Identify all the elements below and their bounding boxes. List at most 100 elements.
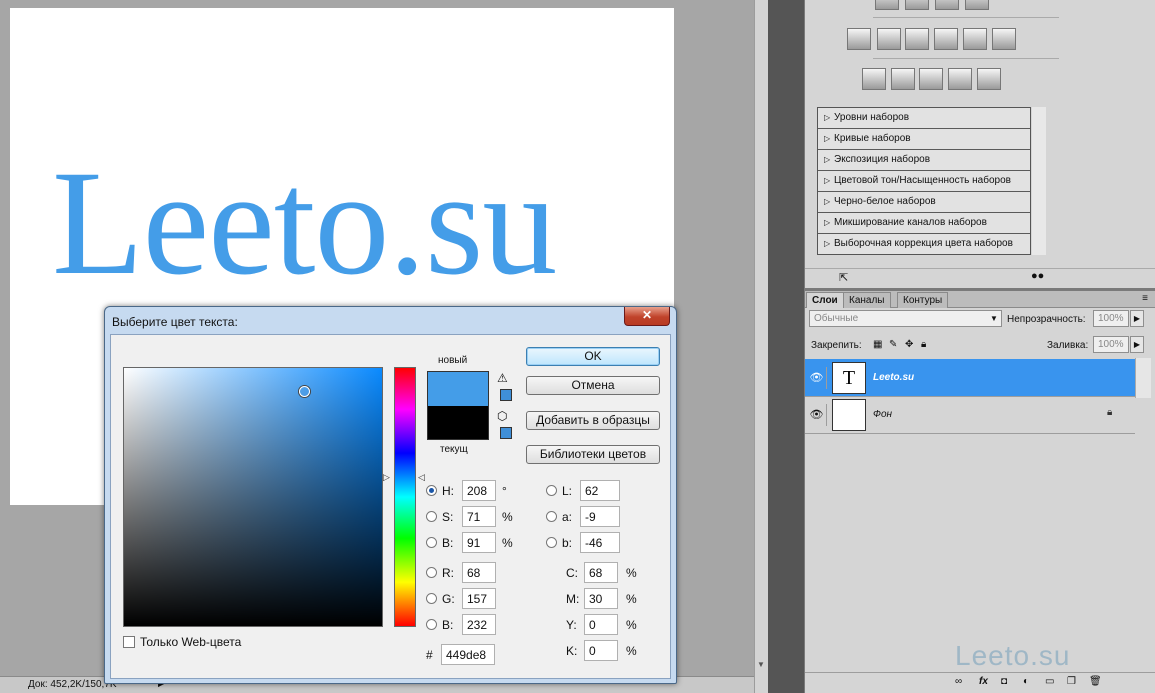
adjustment-layer-icon[interactable]: ◐ (1023, 676, 1029, 687)
layers-footer: ∞ fx ◘ ◐ ▭ ❐ 🗑︎ (805, 672, 1155, 693)
blue-input[interactable]: 232 (462, 614, 496, 635)
layer-name: Leeto.su (873, 372, 915, 383)
blue-radio[interactable] (426, 619, 437, 630)
lab-l-field-row: L: 62 (546, 480, 656, 502)
visibility-eye-icon[interactable]: 👁︎ (807, 367, 827, 389)
new-layer-icon[interactable]: ❐ (1067, 676, 1076, 687)
preset-item[interactable]: ▷ Уровни наборов (818, 108, 1030, 129)
chevron-down-icon: ▼ (990, 314, 998, 323)
web-colors-only-checkbox[interactable] (123, 636, 135, 648)
layer-style-icon[interactable]: fx (979, 676, 988, 687)
photo-filter-icon[interactable] (963, 28, 987, 50)
vertical-scrollbar[interactable] (754, 0, 768, 693)
gradient-map-icon[interactable] (948, 68, 972, 90)
tab-layers[interactable]: Слои (806, 292, 844, 308)
threshold-icon[interactable] (919, 68, 943, 90)
preset-item[interactable]: ▷ Кривые наборов (818, 129, 1030, 150)
hue-saturation-icon[interactable] (877, 28, 901, 50)
saturation-input[interactable]: 71 (462, 506, 496, 527)
lab-l-input[interactable]: 62 (580, 480, 620, 501)
link-layers-icon[interactable]: ∞ (955, 676, 962, 687)
web-safe-swatch[interactable] (500, 427, 512, 439)
color-libraries-button[interactable]: Библиотеки цветов (526, 445, 660, 464)
current-color-swatch[interactable] (427, 406, 489, 440)
lock-position-icon[interactable]: ✥ (905, 339, 913, 350)
color-field[interactable] (123, 367, 383, 627)
out-of-gamut-warning-icon[interactable]: ⚠ (497, 371, 508, 385)
layers-scrollbar[interactable] (1135, 358, 1151, 398)
color-field-cursor[interactable] (299, 386, 310, 397)
invert-icon[interactable] (862, 68, 886, 90)
hue-slider-left-arrow-icon[interactable]: ▷ (383, 472, 390, 483)
lab-b-radio[interactable] (546, 537, 557, 548)
red-input[interactable]: 68 (462, 562, 496, 583)
brightness-radio[interactable] (426, 537, 437, 548)
green-radio[interactable] (426, 593, 437, 604)
expand-triangle-icon: ▷ (824, 155, 831, 164)
curves-icon[interactable] (935, 0, 959, 10)
black-input[interactable]: 0 (584, 640, 618, 661)
preset-item[interactable]: ▷ Экспозиция наборов (818, 150, 1030, 171)
lab-a-radio[interactable] (546, 511, 557, 522)
opacity-dropdown-icon[interactable]: ▶ (1130, 310, 1144, 327)
presets-scrollbar[interactable] (1032, 107, 1046, 255)
layer-row[interactable]: 👁︎ Фон 🔒︎ (805, 396, 1135, 434)
hex-input[interactable]: 449de8 (441, 644, 495, 665)
hue-input[interactable]: 208 (462, 480, 496, 501)
layer-mask-icon[interactable]: ◘ (1001, 676, 1007, 687)
blue-label: B: (442, 618, 454, 632)
expand-triangle-icon: ▷ (824, 239, 831, 248)
fill-field[interactable]: 100% (1093, 336, 1129, 353)
color-picker-dialog: Выберите цвет текста: ✕ ▷ ◁ новый текущ … (104, 306, 677, 684)
brightness-input[interactable]: 91 (462, 532, 496, 553)
selective-color-icon[interactable] (977, 68, 1001, 90)
brightness-icon[interactable] (875, 0, 899, 10)
add-to-swatches-button[interactable]: Добавить в образцы (526, 411, 660, 430)
preset-item[interactable]: ▷ Микширование каналов наборов (818, 213, 1030, 234)
blend-mode-select[interactable]: Обычные (809, 310, 1002, 327)
lock-pixels-icon[interactable]: ✎ (889, 339, 897, 350)
color-balance-icon[interactable] (905, 28, 929, 50)
visibility-eye-icon[interactable]: 👁︎ (807, 404, 827, 426)
opacity-field[interactable]: 100% (1093, 310, 1129, 327)
fill-dropdown-icon[interactable]: ▶ (1130, 336, 1144, 353)
lab-l-radio[interactable] (546, 485, 557, 496)
layer-row[interactable]: 👁︎ T Leeto.su (805, 359, 1135, 397)
black-white-icon[interactable] (934, 28, 958, 50)
tab-paths[interactable]: Контуры (897, 292, 949, 308)
lab-b-input[interactable]: -46 (580, 532, 620, 553)
scroll-down-arrow-icon[interactable]: ▼ (754, 660, 768, 672)
hue-slider[interactable] (394, 367, 416, 627)
ok-button[interactable]: OK (526, 347, 660, 366)
lab-a-input[interactable]: -9 (580, 506, 620, 527)
exposure-icon[interactable] (965, 0, 989, 10)
saturation-radio[interactable] (426, 511, 437, 522)
posterize-icon[interactable] (891, 68, 915, 90)
hue-radio[interactable] (426, 485, 437, 496)
levels-icon[interactable] (905, 0, 929, 10)
hue-slider-right-arrow-icon[interactable]: ◁ (418, 472, 425, 483)
web-safe-cube-icon[interactable]: ⬡ (497, 409, 507, 423)
delete-layer-icon[interactable]: 🗑︎ (1089, 676, 1102, 687)
preset-item[interactable]: ▷ Выборочная коррекция цвета наборов (818, 234, 1030, 255)
tab-channels[interactable]: Каналы (843, 292, 891, 308)
preset-item[interactable]: ▷ Цветовой тон/Насыщенность наборов (818, 171, 1030, 192)
yellow-input[interactable]: 0 (584, 614, 618, 635)
lock-all-icon[interactable]: 🔒︎ (921, 339, 926, 350)
close-icon[interactable]: ✕ (624, 307, 670, 326)
lock-transparency-icon[interactable]: ▦ (873, 339, 882, 350)
channel-mixer-icon[interactable] (992, 28, 1016, 50)
vibrance-icon[interactable] (847, 28, 871, 50)
cancel-button[interactable]: Отмена (526, 376, 660, 395)
return-to-list-icon[interactable]: ⇱ (839, 271, 848, 284)
cyan-input[interactable]: 68 (584, 562, 618, 583)
clip-to-layer-icon[interactable]: ●● (1031, 270, 1044, 282)
gamut-correction-swatch[interactable] (500, 389, 512, 401)
group-icon[interactable]: ▭ (1045, 676, 1054, 687)
red-radio[interactable] (426, 567, 437, 578)
panel-menu-icon[interactable]: ≡ (1142, 293, 1148, 304)
preset-item[interactable]: ▷ Черно-белое наборов (818, 192, 1030, 213)
green-input[interactable]: 157 (462, 588, 496, 609)
percent-unit: % (626, 618, 637, 632)
magenta-input[interactable]: 30 (584, 588, 618, 609)
